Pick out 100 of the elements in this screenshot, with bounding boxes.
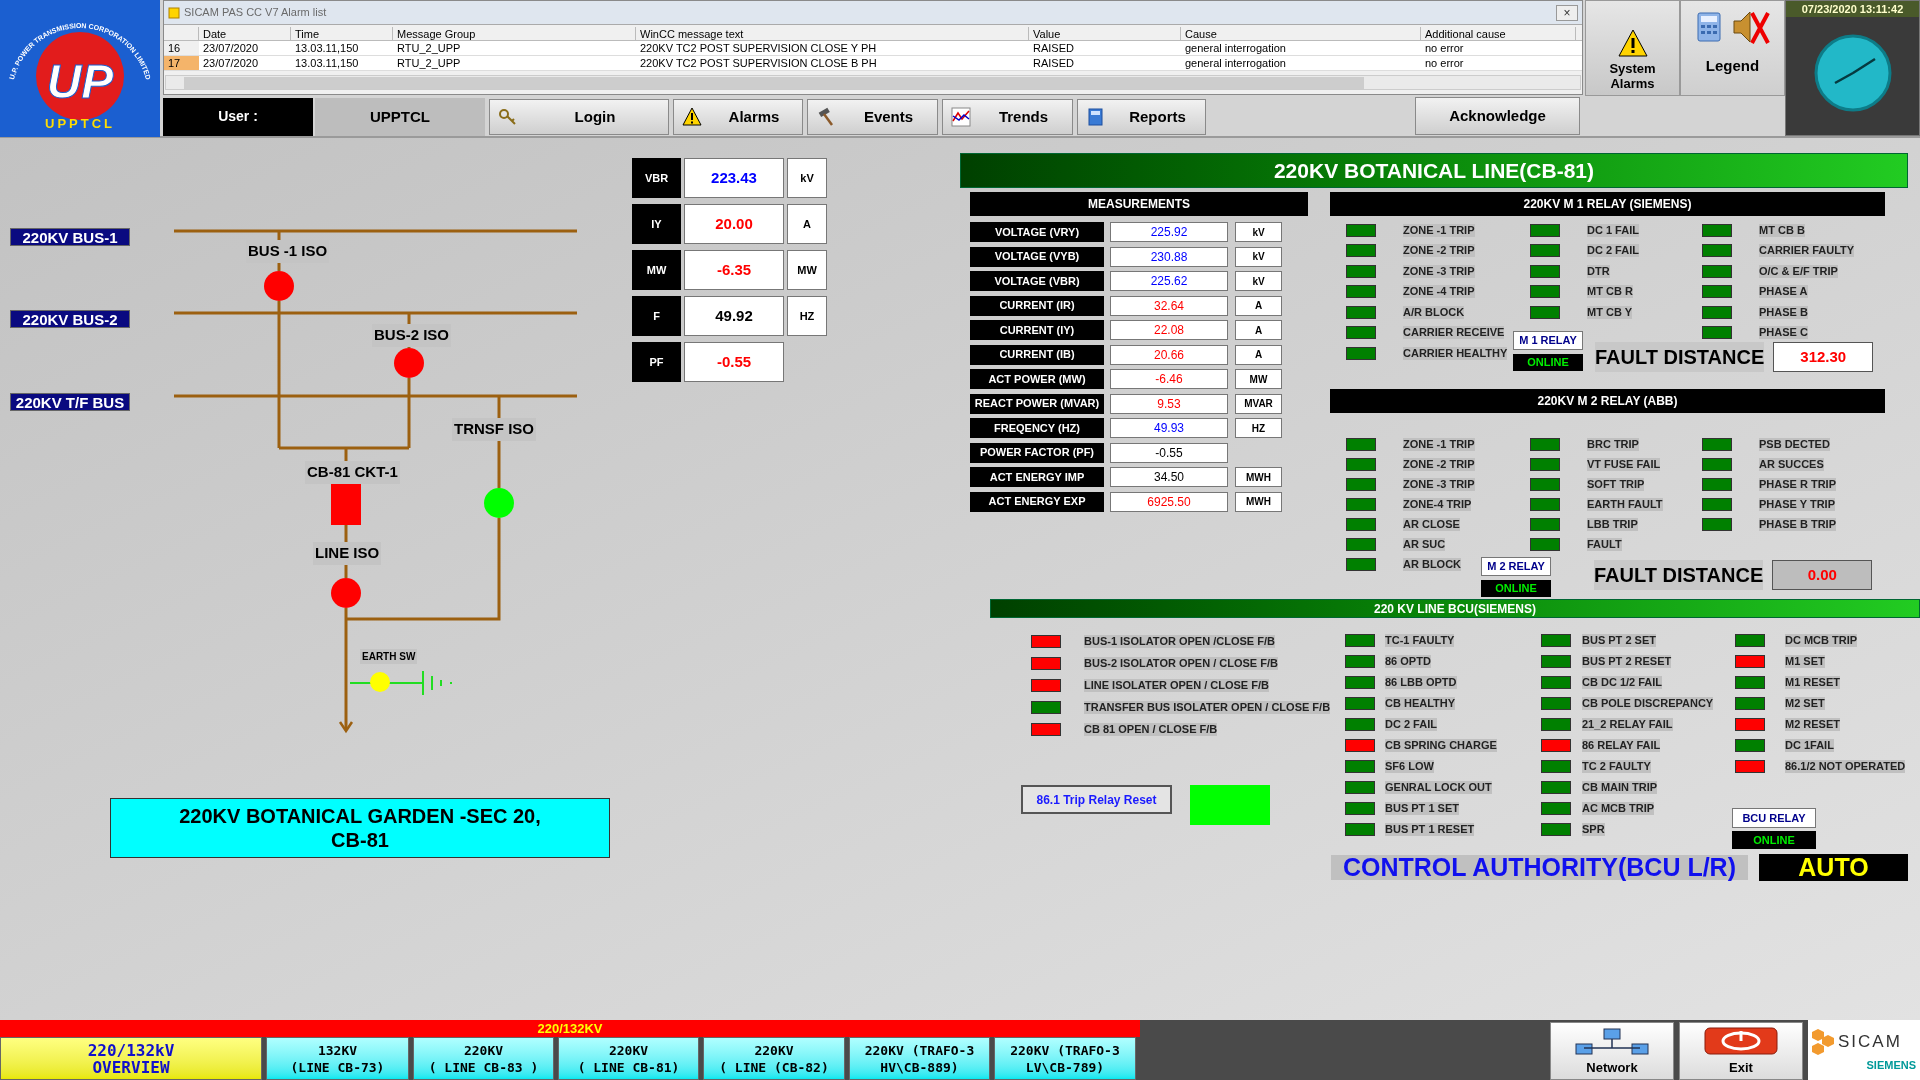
- status-badge: ONLINE: [1732, 831, 1816, 849]
- close-button[interactable]: ×: [1556, 4, 1578, 21]
- nav-button[interactable]: 220KV ( LINE CB-81): [558, 1037, 699, 1080]
- horizontal-scrollbar[interactable]: [165, 75, 1581, 90]
- table-cell-text: 220KV TC2 POST SUPERVISION CLOSE B PH: [639, 56, 878, 70]
- table-cell-text: RAISED: [1032, 56, 1075, 70]
- unit-label: kV: [787, 158, 827, 198]
- unit-label: kV: [1235, 246, 1282, 267]
- indicator-label: O/C & E/F TRIP: [1759, 264, 1838, 278]
- indicator-label: CB SPRING CHARGE: [1385, 739, 1497, 752]
- indicator-label: EARTH FAULT: [1587, 497, 1663, 511]
- network-button[interactable]: Network: [1550, 1022, 1674, 1080]
- measurement-label: POWER FACTOR (PF): [970, 442, 1104, 463]
- nav-button[interactable]: 220KV (TRAFO-3 LV\CB-789): [994, 1037, 1136, 1080]
- column-header: Additional cause: [1421, 27, 1576, 40]
- row-number: 16: [164, 41, 199, 55]
- value-display: -6.35: [684, 250, 784, 290]
- isolator-symbol[interactable]: [394, 348, 424, 378]
- column-header: Value: [1029, 27, 1181, 40]
- indicator-label: AR BLOCK: [1403, 557, 1462, 571]
- indicator-label: LINE ISOLATER OPEN / CLOSE F/B: [1084, 678, 1269, 692]
- indicator-label: M1 RESET: [1785, 676, 1840, 689]
- switch-label: BUS-2 ISO: [372, 324, 451, 347]
- table-cell-text: RAISED: [1032, 41, 1075, 55]
- measurement-value: 32.64: [1110, 295, 1228, 316]
- indicator-label: 86 OPTD: [1385, 655, 1431, 668]
- location-title: 220KV BOTANICAL GARDEN -SEC 20, CB-81: [110, 798, 610, 858]
- key-icon: [498, 106, 518, 127]
- indicator-label: A/R BLOCK: [1403, 305, 1465, 319]
- earth-switch-drawing[interactable]: [349, 670, 453, 696]
- fault-distance-value: 0.00: [1772, 560, 1873, 590]
- isolator-symbol[interactable]: [331, 578, 361, 608]
- breaker-symbol[interactable]: [331, 484, 361, 525]
- indicator-label: M1 SET: [1785, 655, 1825, 668]
- unit-label: kV: [1235, 222, 1282, 242]
- chart-icon: [951, 106, 971, 127]
- toolbar-button[interactable]: Alarms: [673, 98, 803, 135]
- indicator-label: PSB DECTED: [1759, 437, 1830, 451]
- value-display: 223.43: [684, 158, 784, 198]
- unit-label: MW: [787, 250, 827, 290]
- system-alarms-button[interactable]: System Alarms: [1585, 0, 1680, 96]
- toolbar-button[interactable]: Reports: [1077, 98, 1206, 135]
- calculator-icon: [1695, 12, 1722, 42]
- toolbar-button[interactable]: Events: [807, 98, 938, 135]
- unit-label: A: [1235, 320, 1282, 340]
- legend-button[interactable]: Legend: [1705, 55, 1760, 78]
- nav-button[interactable]: 220KV ( LINE CB-83 ): [413, 1037, 554, 1080]
- indicator-label: CB POLE DISCREPANCY: [1582, 697, 1714, 710]
- toolbar-button[interactable]: Login: [489, 98, 669, 135]
- indicator-label: AR SUC: [1403, 537, 1446, 551]
- indicator-label: PHASE Y TRIP: [1759, 497, 1835, 511]
- isolator-symbol[interactable]: [484, 488, 514, 518]
- table-cell-text: 23/07/2020: [202, 41, 260, 55]
- switch-label: LINE ISO: [313, 542, 382, 565]
- indicator-label: CARRIER HEALTHY: [1403, 346, 1508, 360]
- nav-button[interactable]: 220/132kV OVERVIEW: [0, 1037, 262, 1080]
- indicator-label: DC 1 FAIL: [1587, 223, 1639, 237]
- user-name: UPPTCL: [315, 97, 485, 136]
- brand-logo: SICAM SIEMENS: [1808, 1020, 1920, 1080]
- unit-label: A: [1235, 295, 1282, 316]
- unit-label: MW: [1235, 369, 1282, 389]
- indicator-label: FAULT: [1587, 537, 1622, 551]
- measurement-label: FREQENCY (HZ): [970, 418, 1104, 438]
- indicator-label: BUS PT 1 RESET: [1385, 823, 1475, 836]
- network-icon: [1574, 1027, 1650, 1058]
- indicator-label: CARRIER FAULTY: [1759, 244, 1855, 258]
- column-header: Cause: [1181, 27, 1421, 40]
- indicator-label: PHASE C: [1759, 326, 1808, 340]
- relay-label: M 2 RELAY: [1481, 557, 1551, 576]
- fault-distance-value: 312.30: [1773, 342, 1874, 372]
- table-cell-text: RTU_2_UPP: [396, 41, 462, 55]
- measurement-label: ACT ENERGY IMP: [970, 467, 1104, 487]
- exit-button[interactable]: Exit: [1679, 1022, 1803, 1080]
- value-label: MW: [632, 250, 681, 290]
- indicator-label: BUS-2 ISOLATOR OPEN / CLOSE F/B: [1084, 656, 1278, 670]
- nav-button[interactable]: 220KV (TRAFO-3 HV\CB-889): [849, 1037, 990, 1080]
- indicator-label: BRC TRIP: [1587, 437, 1639, 451]
- nav-button[interactable]: 220KV ( LINE (CB-82): [703, 1037, 845, 1080]
- indicator-label: DC MCB TRIP: [1785, 634, 1858, 647]
- measurement-value: -6.46: [1110, 369, 1228, 389]
- unit-label: MWH: [1235, 467, 1282, 487]
- unit-label: MWH: [1235, 491, 1282, 512]
- isolator-symbol[interactable]: [264, 271, 294, 301]
- switch-label: BUS -1 ISO: [246, 240, 330, 263]
- table-cell-text: 13.03.11,150: [294, 56, 360, 70]
- indicator-label: GENRAL LOCK OUT: [1385, 781, 1492, 794]
- bus-label: 220KV BUS-1: [10, 228, 130, 246]
- reset-button[interactable]: 86.1 Trip Relay Reset: [1021, 785, 1172, 814]
- nav-button[interactable]: 132KV (LINE CB-73): [266, 1037, 409, 1080]
- table-cell-text: general interrogation: [1184, 41, 1287, 55]
- value-display: 20.00: [684, 204, 784, 244]
- acknowledge-button[interactable]: Acknowledge: [1415, 97, 1580, 135]
- indicator-label: TC 2 FAULTY: [1582, 760, 1651, 773]
- indicator-label: ZONE -2 TRIP: [1403, 457, 1475, 471]
- toolbar-button[interactable]: Trends: [942, 98, 1073, 135]
- indicator-label: DTR: [1587, 264, 1610, 278]
- bus-label: 220KV T/F BUS: [10, 393, 130, 411]
- indicator-label: ZONE -1 TRIP: [1403, 223, 1475, 237]
- measurement-value: 20.66: [1110, 344, 1228, 365]
- indicator-label: CARRIER RECEIVE: [1403, 326, 1505, 340]
